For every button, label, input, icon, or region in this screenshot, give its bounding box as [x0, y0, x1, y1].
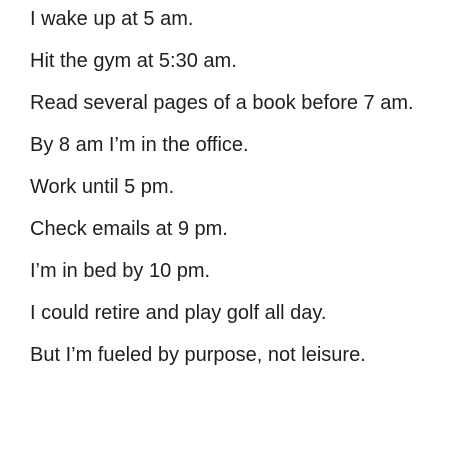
post-line-work: Work until 5 pm. [30, 176, 175, 198]
post-line-reading: Read several pages of a book before 7 am… [30, 92, 414, 114]
post-body: I wake up at 5 am. Hit the gym at 5:30 a… [30, 7, 440, 368]
post-line-gym: Hit the gym at 5:30 am. [30, 50, 237, 72]
post-line-purpose: But I’m fueled by purpose, not leisure. [30, 344, 366, 366]
post-line-wake-up: I wake up at 5 am. [30, 8, 194, 30]
post-line-emails: Check emails at 9 pm. [30, 218, 228, 240]
post-line-retire: I could retire and play golf all day. [30, 302, 327, 324]
post-line-bed: I’m in bed by 10 pm. [30, 260, 211, 282]
post-line-office: By 8 am I’m in the office. [30, 134, 249, 156]
